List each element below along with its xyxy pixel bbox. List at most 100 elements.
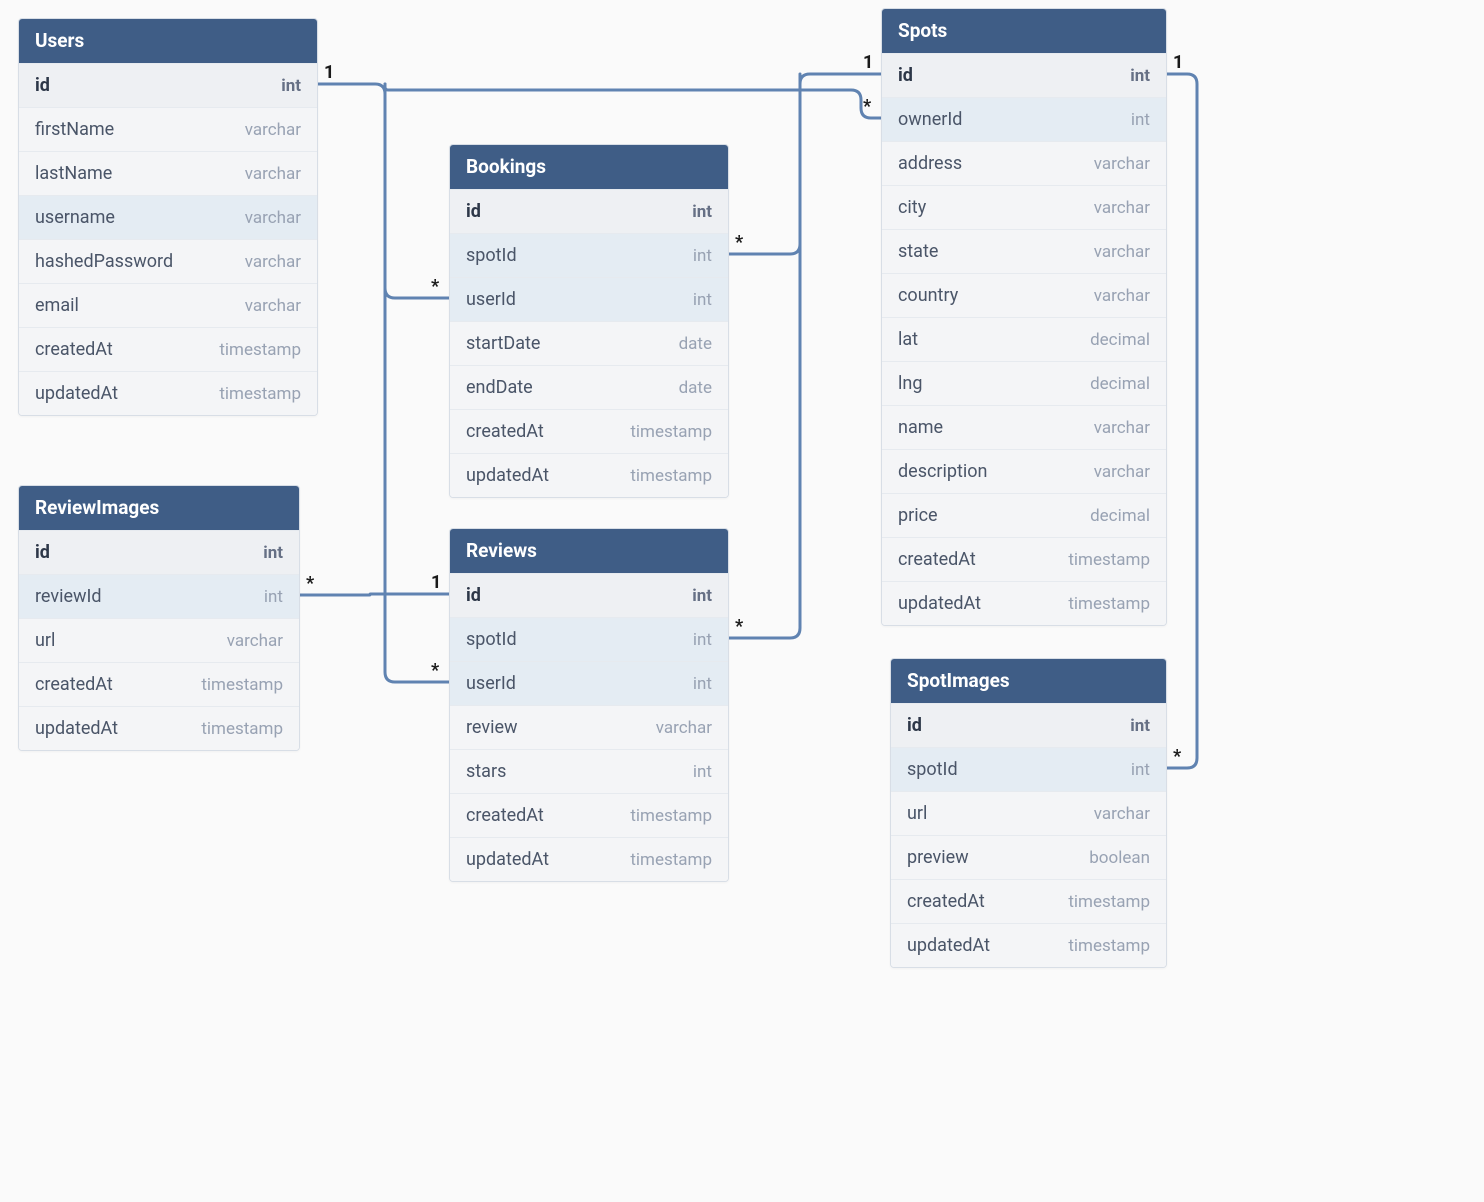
field-type: decimal <box>1090 330 1150 350</box>
field-type: varchar <box>227 631 283 651</box>
field-type: timestamp <box>1068 594 1150 614</box>
field-type: int <box>1130 716 1150 736</box>
field-name: spotId <box>466 245 517 266</box>
entity-table-spotimages: SpotImagesidintspotIdinturlvarcharprevie… <box>890 658 1167 968</box>
field-row: lastNamevarchar <box>19 151 317 195</box>
field-name: price <box>898 505 938 526</box>
cardinality-label: 1 <box>1173 52 1183 73</box>
cardinality-label: 1 <box>863 52 873 73</box>
field-name: id <box>898 65 913 86</box>
field-row: idint <box>19 530 299 574</box>
field-row: previewboolean <box>891 835 1166 879</box>
field-name: hashedPassword <box>35 251 173 272</box>
field-name: spotId <box>466 629 517 650</box>
field-row: id int <box>882 53 1166 97</box>
field-row: state varchar <box>882 229 1166 273</box>
cardinality-label: * <box>431 660 439 681</box>
field-row: emailvarchar <box>19 283 317 327</box>
table-header: Reviews <box>450 529 728 573</box>
field-name: url <box>35 630 55 651</box>
field-row: createdAttimestamp <box>19 327 317 371</box>
field-name: state <box>898 241 938 262</box>
relationship-line <box>385 84 881 118</box>
field-type: varchar <box>656 718 712 738</box>
field-name: address <box>898 153 962 174</box>
field-row: cityvarchar <box>882 185 1166 229</box>
field-type: int <box>1131 760 1150 780</box>
field-name: updatedAt <box>466 849 549 870</box>
field-row: urlvarchar <box>891 791 1166 835</box>
field-row: idint <box>450 189 728 233</box>
relationship-line <box>1167 74 1197 768</box>
field-name: updatedAt <box>898 593 981 614</box>
field-name: endDate <box>466 377 533 398</box>
field-type: varchar <box>1094 462 1150 482</box>
field-row: starsint <box>450 749 728 793</box>
field-row: updatedAt timestamp <box>882 581 1166 625</box>
field-name: id <box>35 542 50 563</box>
field-name: reviewId <box>35 586 102 607</box>
field-type: varchar <box>245 120 301 140</box>
field-type: int <box>693 290 712 310</box>
field-name: name <box>898 417 943 438</box>
field-name: ownerId <box>898 109 962 130</box>
entity-table-reviews: ReviewsidintspotIdintuserIdintreviewvarc… <box>449 528 729 882</box>
field-row: updatedAttimestamp <box>891 923 1166 967</box>
field-row: createdAt timestamp <box>891 879 1166 923</box>
field-row: createdAttimestamp <box>450 793 728 837</box>
field-name: username <box>35 207 115 228</box>
field-type: timestamp <box>1068 892 1150 912</box>
field-name: userId <box>466 289 516 310</box>
field-name: lastName <box>35 163 112 184</box>
field-name: updatedAt <box>35 383 118 404</box>
field-type: int <box>693 246 712 266</box>
field-row: name varchar <box>882 405 1166 449</box>
field-name: createdAt <box>898 549 976 570</box>
field-row: userId int <box>450 277 728 321</box>
field-type: int <box>693 630 712 650</box>
field-name: createdAt <box>466 421 544 442</box>
field-row: ownerId int <box>882 97 1166 141</box>
field-row: createdAttimestamp <box>882 537 1166 581</box>
field-type: timestamp <box>630 422 712 442</box>
field-type: int <box>692 202 712 222</box>
field-name: createdAt <box>907 891 985 912</box>
field-type: int <box>693 762 712 782</box>
relationship-line <box>385 84 449 682</box>
field-row: startDatedate <box>450 321 728 365</box>
field-type: varchar <box>245 296 301 316</box>
field-type: int <box>1131 110 1150 130</box>
field-name: updatedAt <box>907 935 990 956</box>
field-row: endDate date <box>450 365 728 409</box>
field-type: date <box>679 378 712 398</box>
field-row: spotId int <box>450 233 728 277</box>
table-header: SpotImages <box>891 659 1166 703</box>
field-type: int <box>693 674 712 694</box>
field-type: timestamp <box>201 675 283 695</box>
relationship-line <box>318 84 449 298</box>
field-name: lng <box>898 373 922 394</box>
cardinality-label: * <box>735 232 743 253</box>
field-name: preview <box>907 847 969 868</box>
cardinality-label: * <box>431 276 439 297</box>
field-row: createdAt timestamp <box>450 409 728 453</box>
field-name: spotId <box>907 759 958 780</box>
field-name: country <box>898 285 958 306</box>
field-row: reviewIdint <box>19 574 299 618</box>
field-row: lngdecimal <box>882 361 1166 405</box>
field-row: hashedPasswordvarchar <box>19 239 317 283</box>
field-type: varchar <box>1094 418 1150 438</box>
field-row: spotId int <box>450 617 728 661</box>
field-name: userId <box>466 673 516 694</box>
field-type: date <box>679 334 712 354</box>
field-row: usernamevarchar <box>19 195 317 239</box>
field-row: updatedAttimestamp <box>450 837 728 881</box>
field-name: description <box>898 461 987 482</box>
field-row: idint <box>891 703 1166 747</box>
field-row: idint <box>450 573 728 617</box>
field-row: spotId int <box>891 747 1166 791</box>
field-name: updatedAt <box>466 465 549 486</box>
field-row: latdecimal <box>882 317 1166 361</box>
field-type: int <box>1130 66 1150 86</box>
field-type: varchar <box>1094 242 1150 262</box>
